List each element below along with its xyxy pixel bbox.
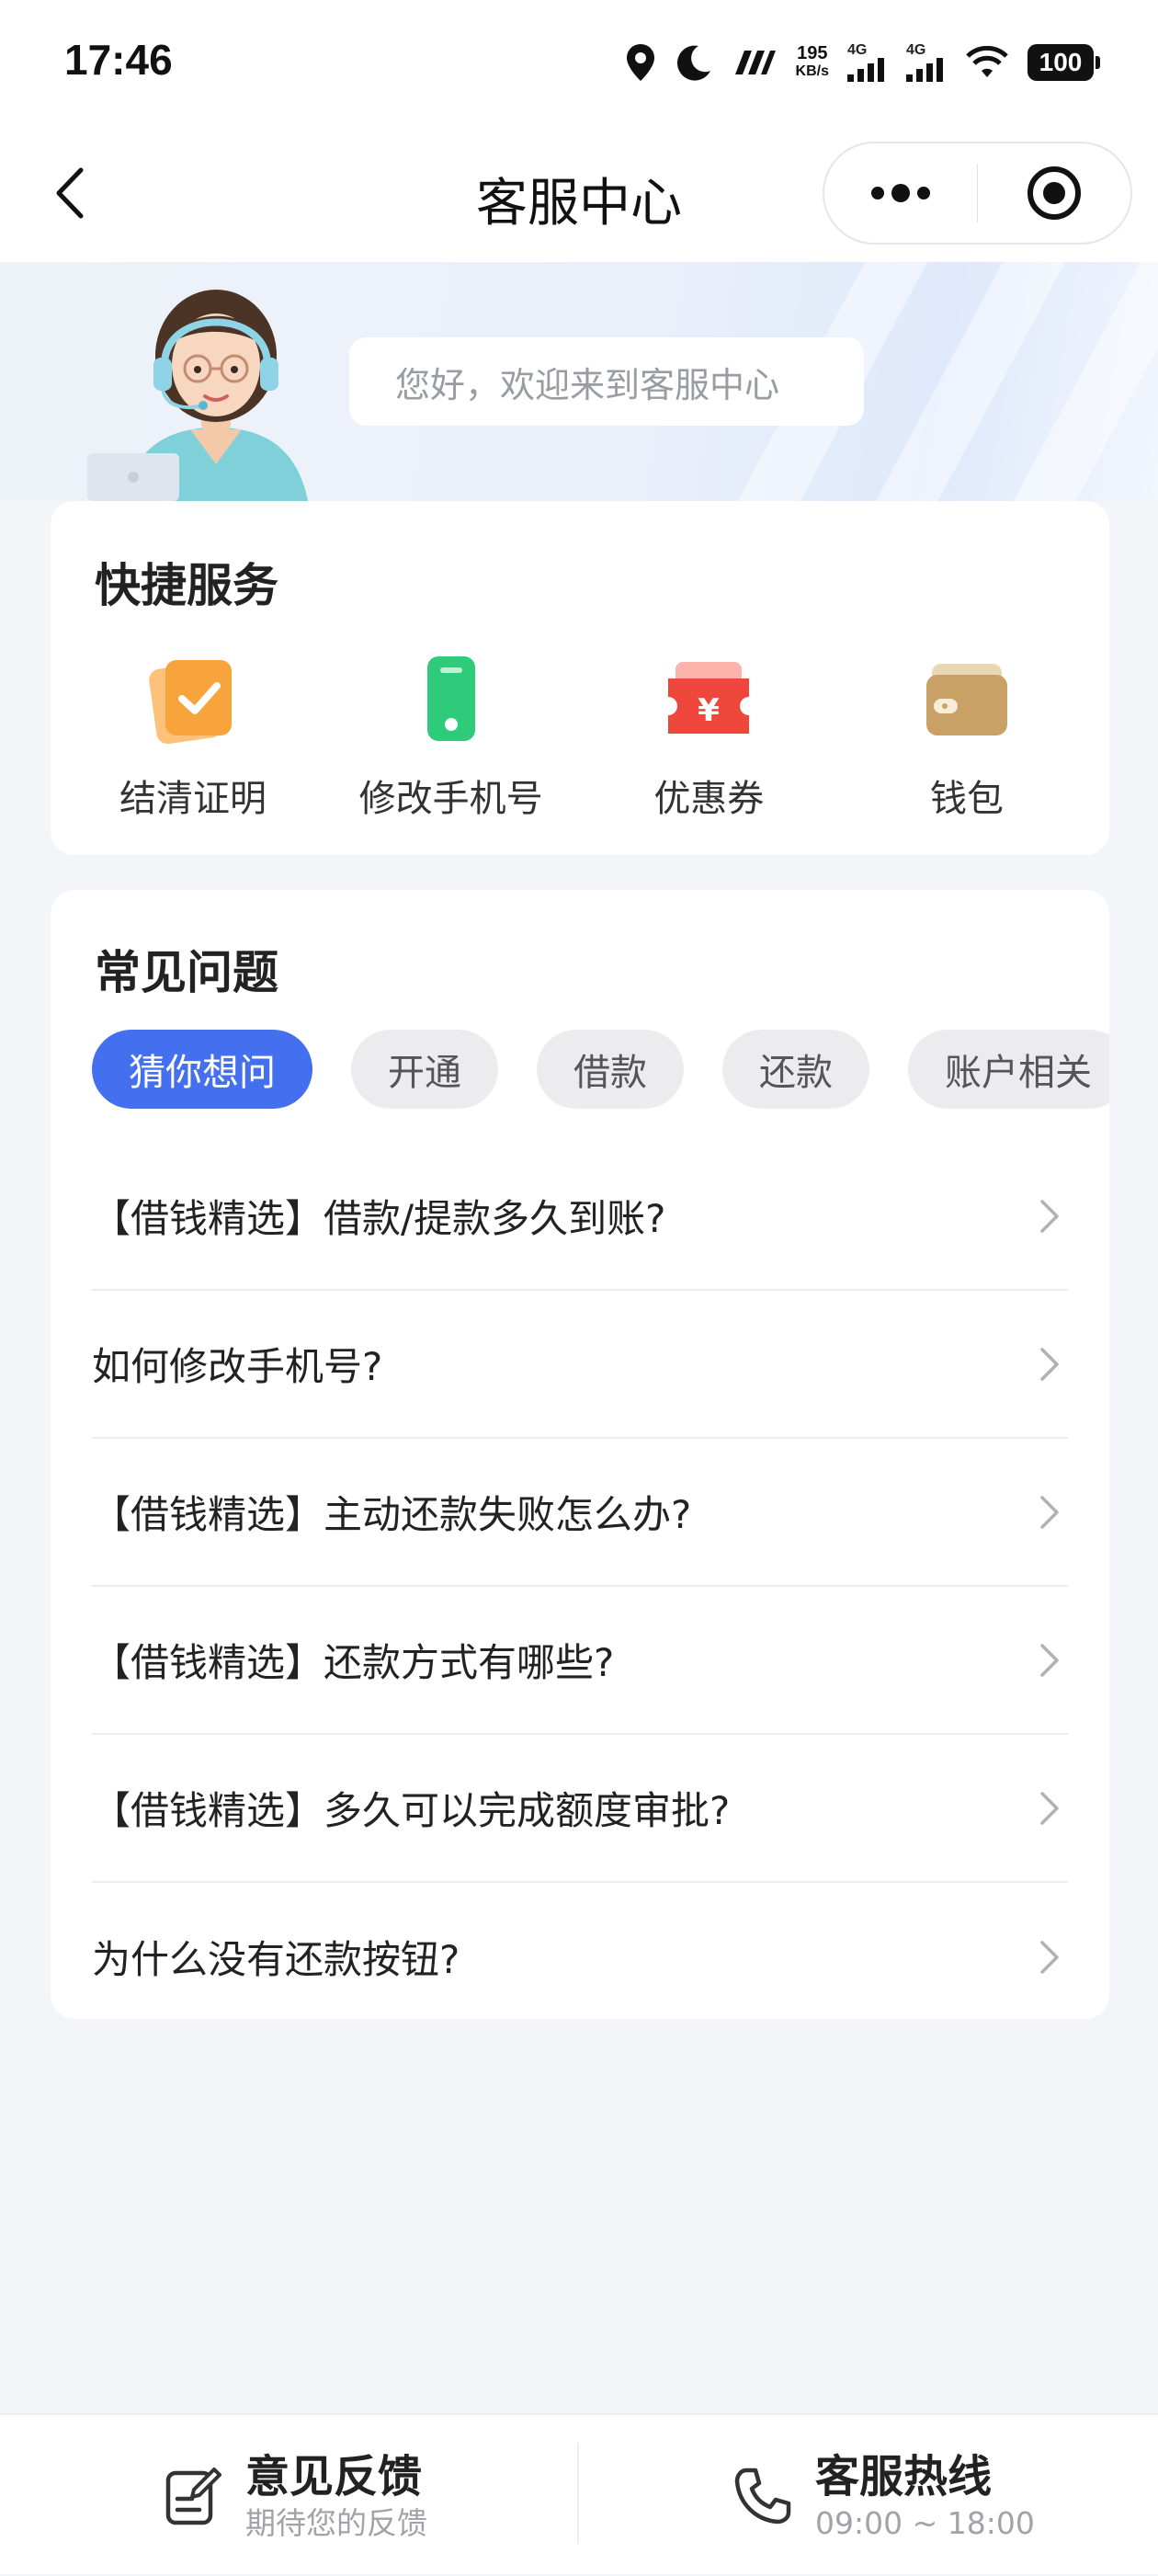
certificate-check-icon — [147, 653, 239, 745]
signal-icon — [847, 58, 884, 82]
faq-item[interactable]: 【借钱精选】借款/提款多久到账? — [92, 1143, 1068, 1291]
quick-services-title: 快捷服务 — [95, 559, 278, 612]
bottom-divider — [577, 2443, 579, 2544]
sim1-label: 4G — [847, 42, 868, 58]
close-miniapp-button[interactable] — [978, 143, 1130, 243]
faq-question: 如何修改手机号? — [92, 1344, 383, 1389]
quick-services-grid: 结清证明 修改手机号 ¥ 优惠券 钱包 — [51, 653, 1109, 822]
greeting-bubble: 您好，欢迎来到客服中心 — [349, 337, 864, 426]
faq-item[interactable]: 【借钱精选】还款方式有哪些? — [92, 1587, 1068, 1735]
feedback-texts: 意见反馈 期待您的反馈 — [245, 2449, 427, 2543]
quick-item-label: 修改手机号 — [358, 778, 543, 820]
tab-borrowing[interactable]: 借款 — [537, 1030, 684, 1109]
status-time: 17:46 — [64, 36, 173, 84]
chevron-right-icon — [1031, 1790, 1068, 1827]
quick-item-coupon[interactable]: ¥ 优惠券 — [585, 653, 833, 822]
net-speed: 195 KB/s — [796, 44, 829, 81]
miniapp-capsule — [823, 142, 1132, 245]
faq-question: 【借钱精选】借款/提款多久到账? — [92, 1196, 666, 1241]
hotline-texts: 客服热线 09:00 ~ 18:00 — [815, 2449, 1035, 2543]
nav-bar: 客服中心 — [0, 129, 1158, 262]
faq-item[interactable]: 【借钱精选】多久可以完成额度审批? — [92, 1735, 1068, 1883]
quick-item-label: 结清证明 — [119, 778, 267, 820]
wifi-icon — [966, 46, 1008, 77]
status-icons: 195 KB/s 4G 4G 100 — [625, 37, 1100, 88]
faq-item[interactable]: 如何修改手机号? — [92, 1291, 1068, 1439]
tab-account[interactable]: 账户相关 — [908, 1030, 1109, 1109]
faq-item[interactable]: 【借钱精选】主动还款失败怎么办? — [92, 1439, 1068, 1587]
chevron-right-icon — [1031, 1642, 1068, 1679]
chevron-right-icon — [1031, 1198, 1068, 1235]
chevron-right-icon — [1031, 1939, 1068, 1976]
nfc-icon — [734, 51, 776, 74]
phone-icon — [405, 653, 497, 745]
quick-item-settlement-certificate[interactable]: 结清证明 — [69, 653, 317, 822]
feedback-button[interactable]: 意见反馈 期待您的反馈 — [161, 2415, 427, 2576]
svg-text:¥: ¥ — [698, 692, 720, 729]
customer-service-agent-illustration — [87, 290, 308, 501]
coupon-icon: ¥ — [663, 653, 755, 745]
faq-list: 【借钱精选】借款/提款多久到账? 如何修改手机号? 【借钱精选】主动还款失败怎么… — [92, 1143, 1068, 2031]
faq-category-tabs: 猜你想问 开通 借款 还款 账户相关 — [92, 1030, 1109, 1111]
faq-question: 为什么没有还款按钮? — [92, 1937, 460, 1982]
wallet-icon — [921, 653, 1013, 745]
quick-item-label: 钱包 — [929, 778, 1004, 820]
quick-item-wallet[interactable]: 钱包 — [843, 653, 1091, 822]
faq-question: 【借钱精选】主动还款失败怎么办? — [92, 1492, 692, 1537]
signal-sim1: 4G — [847, 43, 888, 82]
moon-icon — [676, 45, 710, 81]
net-speed-unit: KB/s — [795, 63, 829, 79]
feedback-subtitle: 期待您的反馈 — [245, 2504, 427, 2541]
tab-repayment[interactable]: 还款 — [722, 1030, 869, 1109]
status-bar: 17:46 195 KB/s 4G 4G 100 — [0, 0, 1158, 129]
phone-call-icon — [731, 2464, 795, 2528]
faq-item[interactable]: 为什么没有还款按钮? — [92, 1883, 1068, 2031]
hero-banner: 您好，欢迎来到客服中心 — [0, 262, 1158, 501]
signal-sim2: 4G — [906, 43, 947, 82]
chevron-right-icon — [1031, 1346, 1068, 1383]
quick-item-label: 优惠券 — [653, 778, 765, 820]
hotline-hours: 09:00 ~ 18:00 — [815, 2504, 1035, 2541]
tab-activation[interactable]: 开通 — [351, 1030, 498, 1109]
target-close-icon — [1027, 166, 1082, 220]
agent-avatar — [87, 280, 345, 501]
feedback-title: 意见反馈 — [245, 2450, 423, 2502]
tab-guess-questions[interactable]: 猜你想问 — [92, 1030, 312, 1109]
more-button[interactable] — [824, 143, 977, 243]
signal-icon — [906, 58, 943, 82]
net-speed-value: 195 — [797, 43, 828, 63]
faq-question: 【借钱精选】还款方式有哪些? — [92, 1640, 615, 1685]
edit-note-icon — [161, 2464, 225, 2528]
hotline-button[interactable]: 客服热线 09:00 ~ 18:00 — [731, 2415, 1035, 2576]
location-icon — [626, 44, 654, 81]
battery-indicator: 100 — [1027, 44, 1100, 81]
faq-question: 【借钱精选】多久可以完成额度审批? — [92, 1788, 731, 1833]
faq-card: 常见问题 猜你想问 开通 借款 还款 账户相关 【借钱精选】借款/提款多久到账?… — [51, 890, 1109, 2019]
hotline-title: 客服热线 — [815, 2450, 993, 2502]
more-dots-icon — [870, 184, 930, 202]
chevron-right-icon — [1031, 1494, 1068, 1531]
quick-item-change-phone[interactable]: 修改手机号 — [327, 653, 575, 822]
quick-services-card: 快捷服务 结清证明 修改手机号 ¥ 优惠券 钱包 — [51, 501, 1109, 855]
bottom-action-bar: 意见反馈 期待您的反馈 客服热线 09:00 ~ 18:00 — [0, 2413, 1158, 2574]
faq-title: 常见问题 — [95, 946, 278, 999]
sim2-label: 4G — [906, 42, 926, 58]
